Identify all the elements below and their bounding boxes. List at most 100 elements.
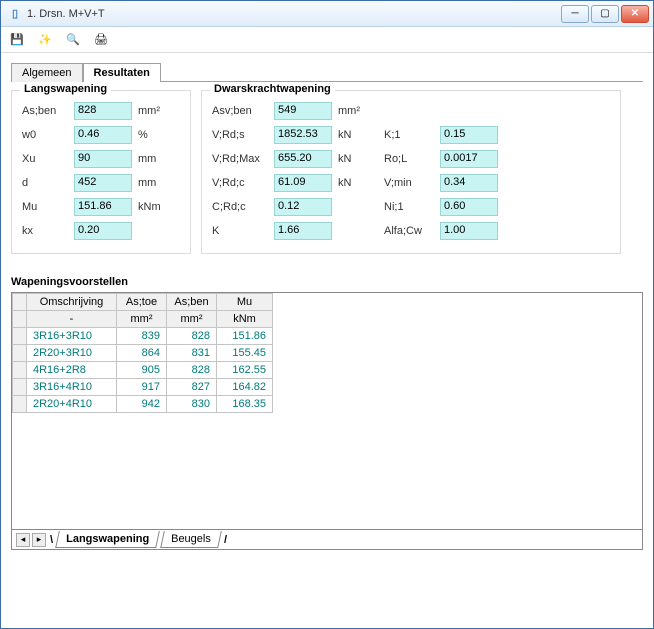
sheet-tab-beugels[interactable]: Beugels	[160, 531, 221, 548]
unit-asben: mm²	[167, 311, 217, 328]
field-vrdmax[interactable]: 655.20	[274, 150, 332, 168]
cell-desc[interactable]: 3R16+4R10	[27, 379, 117, 396]
app-window: ▯ 1. Drsn. M+V+T ─ ▢ ✕ 💾 ✨ 🔍 🖨 Algemeen …	[0, 0, 654, 629]
wizard-button[interactable]: ✨	[35, 30, 55, 50]
unit-w0: %	[138, 129, 170, 141]
row-header[interactable]	[13, 379, 27, 396]
unit-vrdmax: kN	[338, 153, 370, 165]
label-mu: Mu	[22, 201, 74, 213]
label-kx: kx	[22, 225, 74, 237]
table-row[interactable]: 3R16+4R10917827164.82	[13, 379, 273, 396]
label-vrds: V;Rd;s	[212, 129, 274, 141]
field-mu[interactable]: 151.86	[74, 198, 132, 216]
table-row[interactable]: 2R20+4R10942830168.35	[13, 396, 273, 413]
window-title: 1. Drsn. M+V+T	[27, 8, 561, 20]
table-row[interactable]: 4R16+2R8905828162.55	[13, 362, 273, 379]
row-header[interactable]	[13, 345, 27, 362]
cell-mu[interactable]: 151.86	[217, 328, 273, 345]
cell-asben[interactable]: 830	[167, 396, 217, 413]
col-mu[interactable]: Mu	[217, 294, 273, 311]
field-ni1[interactable]: 0.60	[440, 198, 498, 216]
groupbox-dwarskracht: Dwarskrachtwapening Asv;ben549mm² V;Rd;s…	[201, 90, 621, 254]
table-header-row: Omschrijving As;toe As;ben Mu	[13, 294, 273, 311]
minimize-button[interactable]: ─	[561, 5, 589, 23]
preview-button[interactable]: 🔍	[63, 30, 83, 50]
cell-asben[interactable]: 828	[167, 362, 217, 379]
sheet-prev-button[interactable]: ◂	[16, 533, 30, 547]
unit-asvben: mm²	[338, 105, 370, 117]
save-icon: 💾	[10, 33, 24, 46]
col-asben[interactable]: As;ben	[167, 294, 217, 311]
label-asben: As;ben	[22, 105, 74, 117]
row-header[interactable]	[13, 362, 27, 379]
window-buttons: ─ ▢ ✕	[561, 5, 649, 23]
col-desc[interactable]: Omschrijving	[27, 294, 117, 311]
table-row[interactable]: 3R16+3R10839828151.86	[13, 328, 273, 345]
proposals-table-wrapper: Omschrijving As;toe As;ben Mu - mm² mm² …	[11, 292, 643, 530]
shear-col-1: Asv;ben549 mm² V;Rd;s1852.53 kN V;Rd;Max65…	[212, 99, 370, 243]
row-header[interactable]	[13, 328, 27, 345]
cell-desc[interactable]: 3R16+3R10	[27, 328, 117, 345]
unit-mu2: kNm	[217, 311, 273, 328]
cell-astoe[interactable]: 917	[117, 379, 167, 396]
main-tabs: Algemeen Resultaten	[11, 59, 643, 81]
field-asben[interactable]: 828	[74, 102, 132, 120]
unit-desc: -	[27, 311, 117, 328]
field-kx[interactable]: 0.20	[74, 222, 132, 240]
maximize-button[interactable]: ▢	[591, 5, 619, 23]
tab-algemeen[interactable]: Algemeen	[11, 63, 83, 82]
cell-mu[interactable]: 168.35	[217, 396, 273, 413]
app-icon: ▯	[7, 6, 23, 22]
field-vrdc[interactable]: 61.09	[274, 174, 332, 192]
table-units-row: - mm² mm² kNm	[13, 311, 273, 328]
label-d: d	[22, 177, 74, 189]
cell-mu[interactable]: 162.55	[217, 362, 273, 379]
sheet-tab-langswapening[interactable]: Langswapening	[55, 531, 160, 548]
cell-desc[interactable]: 4R16+2R8	[27, 362, 117, 379]
field-vrds[interactable]: 1852.53	[274, 126, 332, 144]
table-row[interactable]: 2R20+3R10864831155.45	[13, 345, 273, 362]
cell-asben[interactable]: 827	[167, 379, 217, 396]
field-alfacw[interactable]: 1.00	[440, 222, 498, 240]
cell-desc[interactable]: 2R20+3R10	[27, 345, 117, 362]
label-k1: K;1	[384, 129, 440, 141]
label-crdc: C;Rd;c	[212, 201, 274, 213]
sheet-next-button[interactable]: ▸	[32, 533, 46, 547]
row-header[interactable]	[13, 396, 27, 413]
print-button[interactable]: 🖨	[91, 30, 111, 50]
shear-col-2: K;10.15 Ro;L0.0017 V;min0.34 Ni;10.60 Al…	[384, 99, 504, 243]
label-ni1: Ni;1	[384, 201, 440, 213]
cell-desc[interactable]: 2R20+4R10	[27, 396, 117, 413]
tab-resultaten[interactable]: Resultaten	[83, 63, 161, 82]
cell-asben[interactable]: 828	[167, 328, 217, 345]
groupbox-langswapening: Langswapening As;ben828mm² w00.46% Xu90m…	[11, 90, 191, 254]
field-rol[interactable]: 0.0017	[440, 150, 498, 168]
cell-mu[interactable]: 164.82	[217, 379, 273, 396]
label-asvben: Asv;ben	[212, 105, 274, 117]
label-rol: Ro;L	[384, 153, 440, 165]
unit-d: mm	[138, 177, 170, 189]
cell-astoe[interactable]: 839	[117, 328, 167, 345]
field-asvben[interactable]: 549	[274, 102, 332, 120]
cell-mu[interactable]: 155.45	[217, 345, 273, 362]
field-k[interactable]: 1.66	[274, 222, 332, 240]
label-vrdmax: V;Rd;Max	[212, 153, 274, 165]
col-astoe[interactable]: As;toe	[117, 294, 167, 311]
field-vmin[interactable]: 0.34	[440, 174, 498, 192]
cell-asben[interactable]: 831	[167, 345, 217, 362]
close-button[interactable]: ✕	[621, 5, 649, 23]
field-crdc[interactable]: 0.12	[274, 198, 332, 216]
unit-mu: kNm	[138, 201, 170, 213]
titlebar: ▯ 1. Drsn. M+V+T ─ ▢ ✕	[1, 1, 653, 27]
field-d[interactable]: 452	[74, 174, 132, 192]
field-xu[interactable]: 90	[74, 150, 132, 168]
cell-astoe[interactable]: 864	[117, 345, 167, 362]
label-alfacw: Alfa;Cw	[384, 225, 440, 237]
field-k1[interactable]: 0.15	[440, 126, 498, 144]
cell-astoe[interactable]: 905	[117, 362, 167, 379]
magnifier-icon: 🔍	[66, 33, 80, 46]
field-w0[interactable]: 0.46	[74, 126, 132, 144]
proposals-table[interactable]: Omschrijving As;toe As;ben Mu - mm² mm² …	[12, 293, 273, 413]
save-button[interactable]: 💾	[7, 30, 27, 50]
cell-astoe[interactable]: 942	[117, 396, 167, 413]
